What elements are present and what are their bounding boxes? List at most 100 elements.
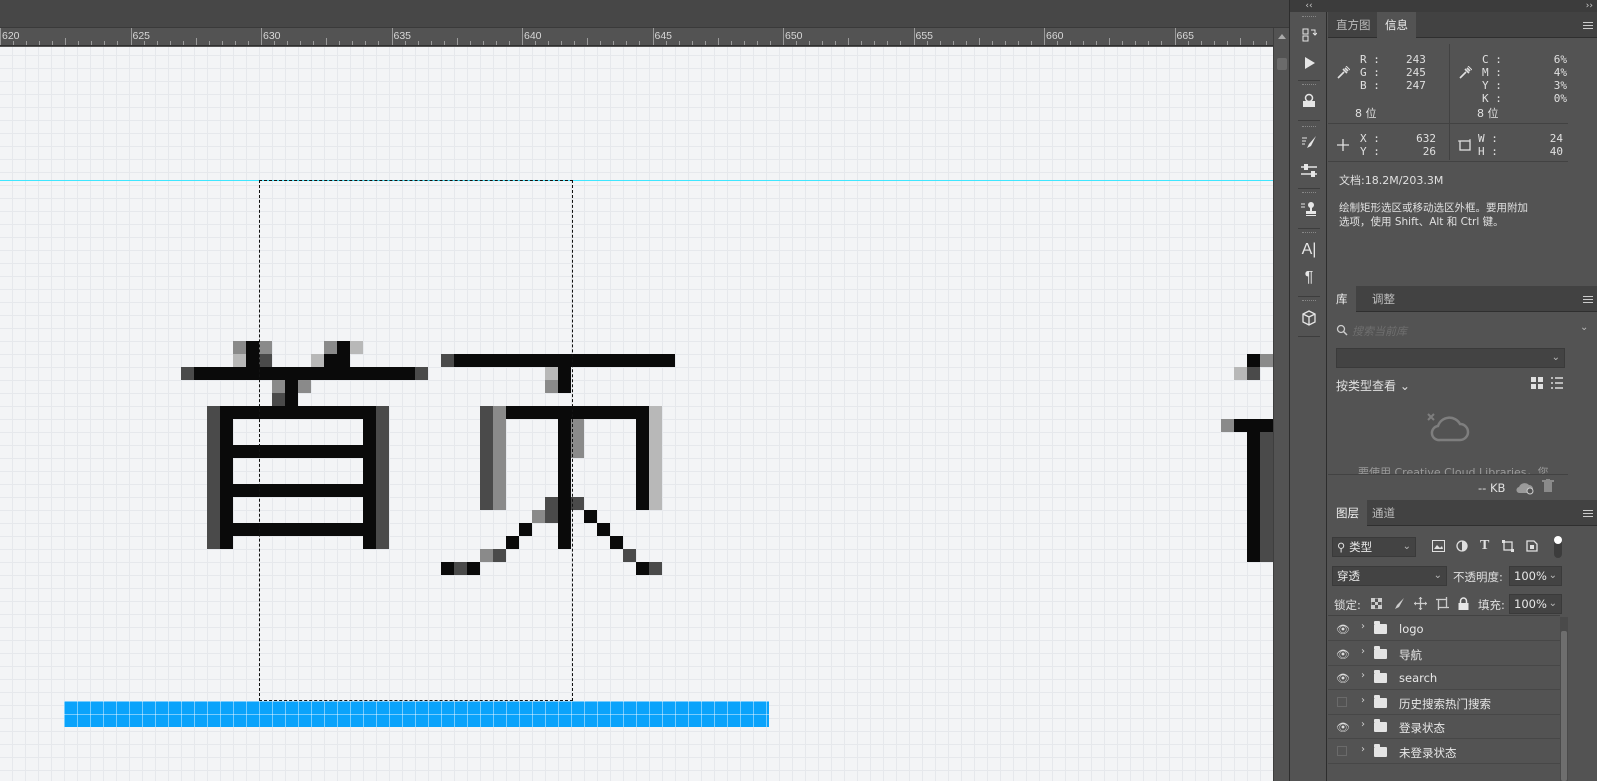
collapse-strip-button[interactable]: ‹‹ — [1290, 0, 1328, 12]
character-icon[interactable]: A| — [1290, 237, 1328, 263]
lock-transparency-icon[interactable] — [1370, 597, 1383, 612]
scroll-up-arrow-icon[interactable] — [1278, 34, 1286, 39]
ruler-minor-tick — [65, 38, 67, 45]
selection-size-icon — [1458, 138, 1472, 155]
lock-all-icon[interactable] — [1458, 597, 1469, 613]
visibility-hidden-toggle[interactable] — [1337, 745, 1347, 756]
ruler-label: 620 — [2, 30, 20, 42]
expand-group-chevron-icon[interactable]: › — [1361, 719, 1365, 730]
filter-toggle-switch[interactable] — [1554, 536, 1562, 558]
info-panel-menu-icon[interactable] — [1583, 22, 1593, 29]
visibility-hidden-toggle[interactable] — [1337, 696, 1347, 707]
expand-group-chevron-icon[interactable]: › — [1361, 744, 1365, 755]
ruler-minor-tick — [143, 41, 145, 45]
visibility-eye-icon[interactable]: 👁 — [1336, 648, 1350, 661]
smart-object-filter-icon[interactable] — [1526, 540, 1538, 555]
visibility-eye-icon[interactable]: 👁 — [1336, 672, 1350, 685]
paragraph-icon[interactable]: ¶ — [1290, 265, 1328, 291]
layers-panel-menu-icon[interactable] — [1583, 510, 1593, 517]
tab-libraries[interactable]: 库 — [1328, 286, 1356, 312]
glyph-pixel — [207, 406, 220, 549]
layer-name[interactable]: 登录状态 — [1399, 720, 1445, 736]
shape-layer-filter-icon[interactable] — [1502, 540, 1514, 555]
search-icon — [1336, 324, 1348, 339]
layers-scrollbar[interactable] — [1560, 617, 1568, 781]
canvas-vertical-scrollbar[interactable] — [1273, 28, 1289, 781]
horizontal-ruler[interactable]: 6206256306356406456506556606656706756806… — [0, 28, 1273, 46]
search-dropdown-chevron-icon[interactable]: ⌄ — [1580, 322, 1588, 333]
ruler-minor-tick — [1226, 41, 1228, 45]
library-panel-menu-icon[interactable] — [1583, 296, 1593, 303]
library-select[interactable]: ⌄ — [1336, 348, 1565, 368]
tab-layers[interactable]: 图层 — [1328, 500, 1367, 526]
library-search-input[interactable]: 搜索当前库 — [1352, 323, 1407, 339]
layer-row[interactable]: 👁 › 导航 — [1328, 642, 1562, 666]
strip-grip[interactable] — [1302, 16, 1316, 18]
cloud-sync-icon[interactable] — [1516, 481, 1534, 498]
blend-mode-select[interactable]: 穿透 ⌄ — [1332, 566, 1447, 586]
ruler-minor-tick — [1200, 41, 1202, 45]
ruler-minor-tick — [300, 41, 302, 45]
folder-icon — [1374, 743, 1387, 757]
expand-group-chevron-icon[interactable]: › — [1361, 695, 1365, 706]
3d-cube-icon[interactable] — [1290, 305, 1328, 331]
lock-position-icon[interactable] — [1414, 597, 1427, 613]
clone-stamp-icon[interactable] — [1290, 196, 1328, 222]
expand-group-chevron-icon[interactable]: › — [1361, 646, 1365, 657]
ruler-minor-tick — [691, 41, 693, 45]
adjust-sliders-icon[interactable] — [1290, 158, 1328, 184]
layer-name[interactable]: 历史搜索热门搜索 — [1399, 696, 1491, 712]
layer-name[interactable]: search — [1399, 671, 1437, 685]
layer-row[interactable]: 👁 › 登录状态 — [1328, 715, 1562, 739]
layer-name[interactable]: logo — [1399, 622, 1424, 636]
adjustment-layer-filter-icon[interactable] — [1456, 540, 1468, 555]
visibility-eye-icon[interactable]: 👁 — [1336, 721, 1350, 734]
lock-artboard-icon[interactable] — [1436, 597, 1449, 613]
ruler-minor-tick — [469, 41, 471, 45]
brush-settings-icon[interactable] — [1290, 130, 1328, 156]
view-by-type-dropdown[interactable]: 按类型查看 ⌄ — [1336, 377, 1410, 394]
pixel-layer-filter-icon[interactable] — [1432, 540, 1445, 555]
filter-search-icon: ⚲ — [1337, 540, 1350, 554]
glyph-pixel — [233, 354, 246, 367]
history-icon[interactable] — [1290, 22, 1328, 48]
ruler-minor-tick — [13, 41, 15, 45]
tab-histogram[interactable]: 直方图 — [1328, 12, 1379, 38]
layer-row[interactable]: › 历史搜索热门搜索 — [1328, 691, 1562, 715]
ruler-minor-tick — [417, 41, 419, 45]
layer-row[interactable]: › 未登录状态 — [1328, 740, 1562, 764]
layer-filter-kind-label: 类型 — [1349, 540, 1373, 554]
layers-scroll-thumb[interactable] — [1561, 631, 1567, 781]
glyph-pixel — [649, 562, 662, 575]
lock-image-pixels-icon[interactable] — [1392, 597, 1405, 613]
grid-view-icon[interactable] — [1530, 376, 1544, 393]
fill-input[interactable]: 100% ⌄ — [1509, 594, 1562, 614]
3d-object-icon[interactable] — [1290, 88, 1328, 114]
eyedropper-rgb-icon[interactable] — [1336, 65, 1351, 83]
document-canvas[interactable] — [0, 47, 1273, 781]
expand-group-chevron-icon[interactable]: › — [1361, 621, 1365, 632]
layer-name[interactable]: 未登录状态 — [1399, 745, 1457, 761]
list-view-icon[interactable] — [1550, 376, 1564, 393]
expand-group-chevron-icon[interactable]: › — [1361, 670, 1365, 681]
layer-filter-kind-select[interactable]: ⚲ 类型 ⌄ — [1332, 537, 1416, 557]
visibility-eye-icon[interactable]: 👁 — [1336, 623, 1350, 636]
layer-row[interactable]: 👁 › logo — [1328, 617, 1562, 641]
type-layer-filter-icon[interactable]: T — [1480, 539, 1489, 553]
scroll-thumb[interactable] — [1277, 58, 1287, 70]
eyedropper-cmyk-icon[interactable] — [1458, 65, 1473, 83]
play-icon[interactable] — [1290, 50, 1328, 76]
tab-adjustments[interactable]: 调整 — [1364, 286, 1403, 312]
horizontal-guide[interactable] — [0, 180, 1273, 181]
y-coord-value: 26 — [1422, 145, 1436, 158]
layer-name[interactable]: 导航 — [1399, 647, 1422, 663]
layer-row[interactable]: 👁 › search — [1328, 666, 1562, 690]
trash-icon[interactable] — [1542, 479, 1554, 496]
rectangular-selection-marquee[interactable] — [259, 180, 573, 701]
opacity-input[interactable]: 100% ⌄ — [1509, 566, 1562, 586]
tab-channels[interactable]: 通道 — [1364, 500, 1403, 526]
glyph-pixel — [181, 367, 194, 380]
collapse-dock-button[interactable]: ›› — [1586, 0, 1593, 12]
ruler-minor-tick — [848, 38, 850, 45]
tab-info[interactable]: 信息 — [1377, 12, 1416, 38]
